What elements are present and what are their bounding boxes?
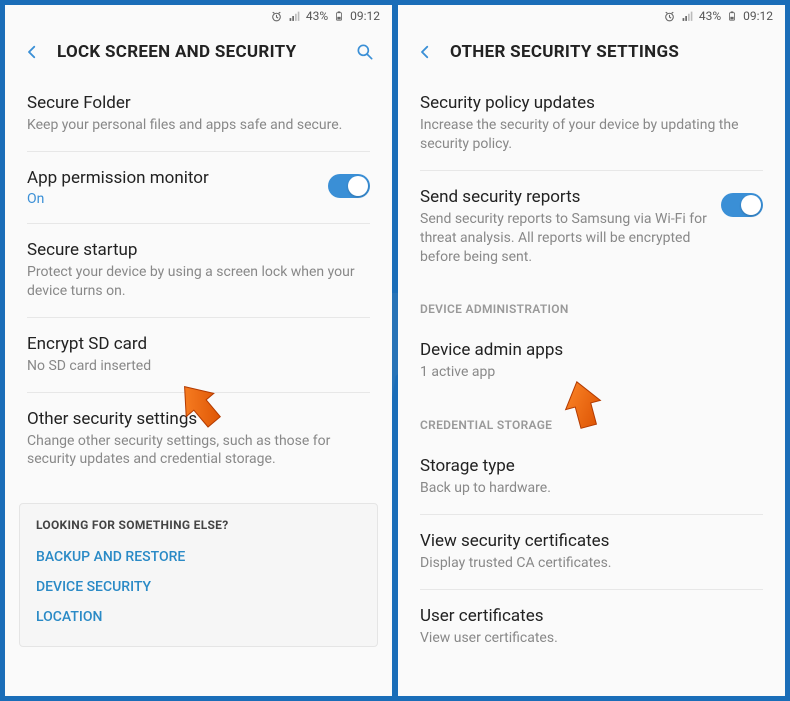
section-device-admin: DEVICE ADMINISTRATION: [398, 282, 785, 324]
split-container: 43% 09:12 LOCK SCREEN AND SECURITY Secur…: [0, 0, 790, 701]
item-app-permission-monitor[interactable]: App permission monitor On: [5, 152, 392, 223]
footer-label: LOOKING FOR SOMETHING ELSE?: [36, 518, 361, 532]
section-credential-storage: CREDENTIAL STORAGE: [398, 398, 785, 440]
item-title: Other security settings: [27, 409, 370, 429]
battery-percent: 43%: [699, 9, 721, 23]
item-device-admin-apps[interactable]: Device admin apps 1 active app: [398, 324, 785, 398]
item-status: On: [27, 191, 316, 207]
item-send-security-reports[interactable]: Send security reports Send security repo…: [398, 171, 785, 283]
item-secure-startup[interactable]: Secure startup Protect your device by us…: [5, 224, 392, 317]
toggle-send-reports[interactable]: [721, 193, 763, 217]
item-title: Encrypt SD card: [27, 334, 370, 354]
item-sub: Change other security settings, such as …: [27, 432, 370, 470]
time: 09:12: [743, 9, 773, 23]
content: Security policy updates Increase the sec…: [398, 77, 785, 696]
left-panel: 43% 09:12 LOCK SCREEN AND SECURITY Secur…: [5, 5, 392, 696]
item-sub: Send security reports to Samsung via Wi-…: [420, 210, 709, 267]
item-user-certificates[interactable]: User certificates View user certificates…: [398, 590, 785, 664]
alarm-icon: [663, 9, 677, 23]
item-sub: View user certificates.: [420, 629, 763, 648]
link-location[interactable]: LOCATION: [36, 602, 361, 632]
item-other-security-settings[interactable]: Other security settings Change other sec…: [5, 393, 392, 486]
item-storage-type[interactable]: Storage type Back up to hardware.: [398, 440, 785, 514]
item-title: Send security reports: [420, 187, 709, 207]
item-sub: Display trusted CA certificates.: [420, 554, 763, 573]
status-bar: 43% 09:12: [398, 5, 785, 27]
alarm-icon: [270, 9, 284, 23]
item-title: Storage type: [420, 456, 763, 476]
footer-box: LOOKING FOR SOMETHING ELSE? BACKUP AND R…: [19, 503, 378, 647]
link-backup-restore[interactable]: BACKUP AND RESTORE: [36, 542, 361, 572]
item-sub: Back up to hardware.: [420, 479, 763, 498]
page-title: LOCK SCREEN AND SECURITY: [57, 42, 340, 62]
item-sub: No SD card inserted: [27, 357, 370, 376]
item-security-policy-updates[interactable]: Security policy updates Increase the sec…: [398, 77, 785, 170]
item-sub: Protect your device by using a screen lo…: [27, 263, 370, 301]
back-button[interactable]: [414, 41, 436, 63]
item-secure-folder[interactable]: Secure Folder Keep your personal files a…: [5, 77, 392, 151]
toggle-app-permission[interactable]: [328, 174, 370, 198]
status-bar: 43% 09:12: [5, 5, 392, 27]
right-panel: 43% 09:12 OTHER SECURITY SETTINGS Securi…: [398, 5, 785, 696]
item-title: View security certificates: [420, 531, 763, 551]
item-encrypt-sd[interactable]: Encrypt SD card No SD card inserted: [5, 318, 392, 392]
header: OTHER SECURITY SETTINGS: [398, 27, 785, 77]
signal-icon: [288, 9, 302, 23]
item-title: Security policy updates: [420, 93, 763, 113]
battery-icon: [725, 9, 739, 23]
time: 09:12: [350, 9, 380, 23]
item-sub: Increase the security of your device by …: [420, 116, 763, 154]
battery-percent: 43%: [306, 9, 328, 23]
link-device-security[interactable]: DEVICE SECURITY: [36, 572, 361, 602]
item-view-security-certificates[interactable]: View security certificates Display trust…: [398, 515, 785, 589]
back-button[interactable]: [21, 41, 43, 63]
signal-icon: [681, 9, 695, 23]
item-title: Device admin apps: [420, 340, 763, 360]
item-title: App permission monitor: [27, 168, 316, 188]
header: LOCK SCREEN AND SECURITY: [5, 27, 392, 77]
content: Secure Folder Keep your personal files a…: [5, 77, 392, 696]
page-title: OTHER SECURITY SETTINGS: [450, 42, 769, 62]
search-button[interactable]: [354, 41, 376, 63]
item-sub: 1 active app: [420, 363, 763, 382]
item-title: User certificates: [420, 606, 763, 626]
item-title: Secure Folder: [27, 93, 370, 113]
item-sub: Keep your personal files and apps safe a…: [27, 116, 370, 135]
battery-icon: [332, 9, 346, 23]
item-title: Secure startup: [27, 240, 370, 260]
